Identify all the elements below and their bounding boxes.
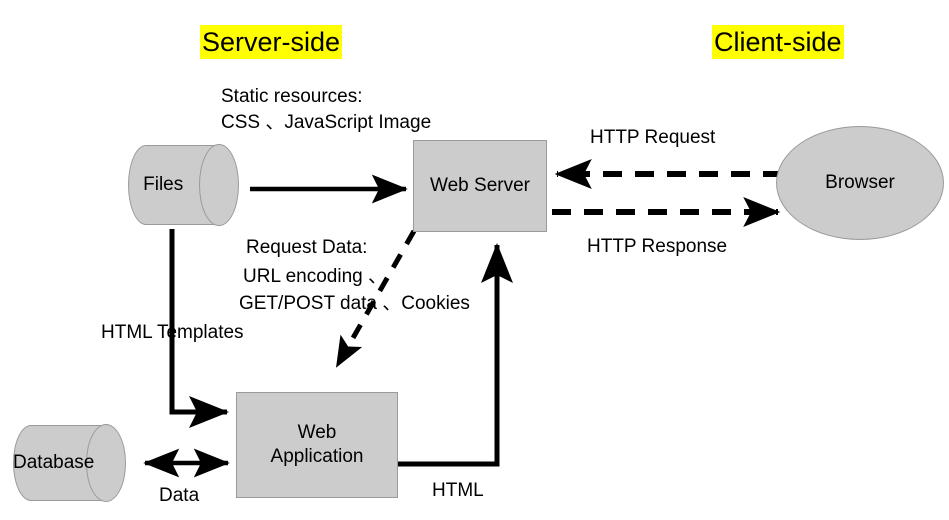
node-database[interactable]: Database [13,424,126,502]
label-data: Data [159,485,200,506]
node-web-application[interactable]: Web Application [236,392,398,498]
node-web-server-label: Web Server [430,175,530,196]
node-web-application-label: Web Application [270,422,364,467]
label-request-data-line3: GET/POST data 、Cookies [239,293,470,314]
node-browser-label: Browser [825,172,895,193]
label-http-request: HTTP Request [590,127,716,148]
label-html-templates: HTML Templates [101,322,244,343]
label-html: HTML [432,480,484,501]
label-http-response: HTTP Response [587,236,728,257]
node-web-server[interactable]: Web Server [413,140,547,232]
label-request-data-line1: Request Data: [246,237,368,258]
section-title-client-side: Client-side [712,25,844,59]
section-title-server-side: Server-side [200,25,343,59]
diagram-canvas: Server-side Client-side Files Web Server… [0,0,949,520]
label-request-data-line2: URL encoding 、 [243,266,387,287]
node-database-label: Database [13,452,95,473]
node-browser[interactable]: Browser [776,126,944,240]
label-static-resources-line1: Static resources: [221,86,363,107]
connector-web-application-to-web-server [398,242,513,467]
node-files-label: Files [143,174,184,195]
cylinder-cap [199,144,239,226]
label-static-resources-line2: CSS 、JavaScript Image [221,112,432,133]
connector-layer [143,159,782,478]
node-files[interactable]: Files [128,144,239,226]
